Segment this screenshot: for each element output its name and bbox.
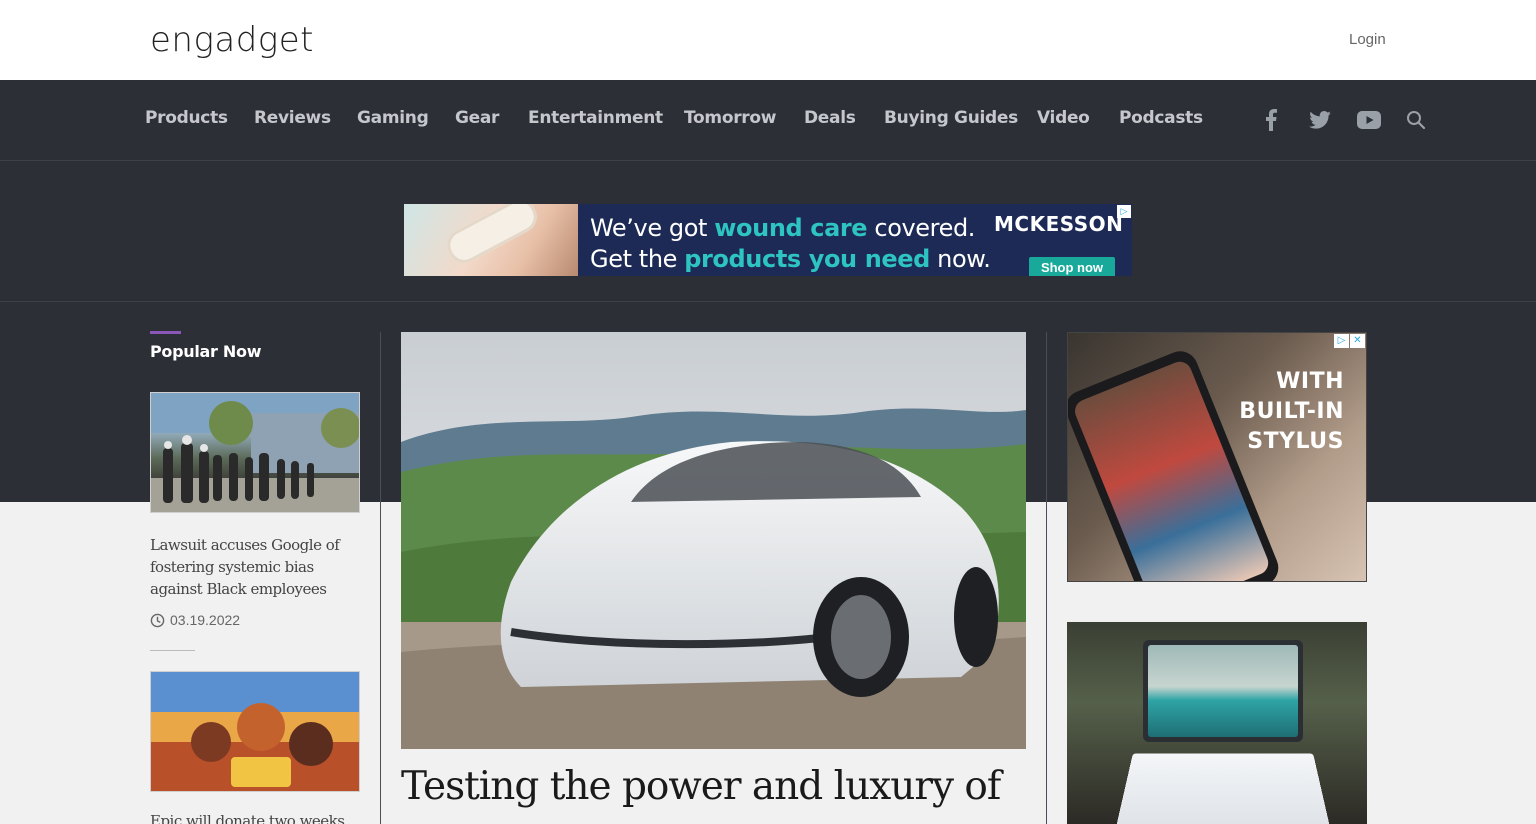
banner-ad-line-1: We’ve got wound care covered.: [590, 214, 976, 242]
laptop-image: [1143, 640, 1303, 742]
login-link[interactable]: Login: [1349, 31, 1386, 48]
adchoices-icon[interactable]: ▷: [1334, 334, 1349, 348]
nav-item-gaming[interactable]: Gaming: [357, 108, 429, 128]
nav-item-podcasts[interactable]: Podcasts: [1119, 108, 1203, 128]
hero-image[interactable]: [401, 332, 1026, 749]
close-ad-icon[interactable]: ✕: [1350, 334, 1365, 348]
facebook-icon[interactable]: [1259, 108, 1283, 132]
twitter-icon[interactable]: [1308, 108, 1332, 132]
nav-item-deals[interactable]: Deals: [804, 108, 856, 128]
nav-item-reviews[interactable]: Reviews: [254, 108, 331, 128]
shop-now-button[interactable]: Shop now: [1029, 257, 1115, 276]
fortnite-image: [151, 672, 359, 791]
story-thumbnail[interactable]: [150, 671, 360, 792]
popular-story-date: 03.19.2022: [150, 612, 240, 628]
search-icon[interactable]: [1404, 108, 1428, 132]
popular-story-title[interactable]: Lawsuit accuses Google of fostering syst…: [150, 534, 362, 600]
ad-controls: ▷ ✕: [1334, 334, 1365, 348]
laptop-keyboard-image: [1115, 753, 1331, 824]
laptop-image-card[interactable]: [1067, 622, 1367, 824]
lucid-air-car-image: [401, 332, 1026, 749]
popular-story-title[interactable]: Epic will donate two weeks of: [150, 810, 362, 824]
clock-icon: [150, 613, 165, 627]
popular-now-heading: Popular Now: [150, 342, 262, 361]
banner-ad-line-2: Get the products you need now.: [590, 245, 991, 273]
nav-item-buying-guides[interactable]: Buying Guides: [884, 108, 1018, 128]
nav-item-gear[interactable]: Gear: [455, 108, 499, 128]
banner-ad[interactable]: We’ve got wound care covered. Get the pr…: [404, 204, 1132, 276]
column-divider-right: [1046, 332, 1047, 824]
top-bar: engadget Login: [0, 0, 1536, 80]
hero-headline[interactable]: Testing the power and luxury of: [401, 764, 1001, 809]
adchoices-icon[interactable]: ▷: [1117, 205, 1131, 218]
story-thumbnail[interactable]: [150, 392, 360, 513]
nav-item-products[interactable]: Products: [145, 108, 228, 128]
stylus-phone-ad[interactable]: WITH BUILT-IN STYLUS ▷ ✕: [1067, 332, 1367, 582]
banner-ad-brand: MCKESSON: [994, 212, 1124, 236]
story-divider: [150, 650, 195, 651]
google-campus-image: [151, 393, 359, 512]
nav-item-tomorrow[interactable]: Tomorrow: [684, 108, 776, 128]
bandage-roll-image: [441, 204, 543, 269]
date-text: 03.19.2022: [170, 612, 241, 628]
nav-item-entertainment[interactable]: Entertainment: [528, 108, 663, 128]
ad-headline: WITH BUILT-IN STYLUS: [1239, 369, 1344, 454]
popular-accent-bar: [150, 331, 181, 334]
youtube-icon[interactable]: [1357, 108, 1381, 132]
main-nav: Products Reviews Gaming Gear Entertainme…: [0, 80, 1536, 161]
engadget-logo[interactable]: engadget: [150, 20, 314, 60]
column-divider-left: [380, 332, 381, 824]
banner-ad-image: [404, 204, 578, 276]
nav-item-video[interactable]: Video: [1037, 108, 1090, 128]
